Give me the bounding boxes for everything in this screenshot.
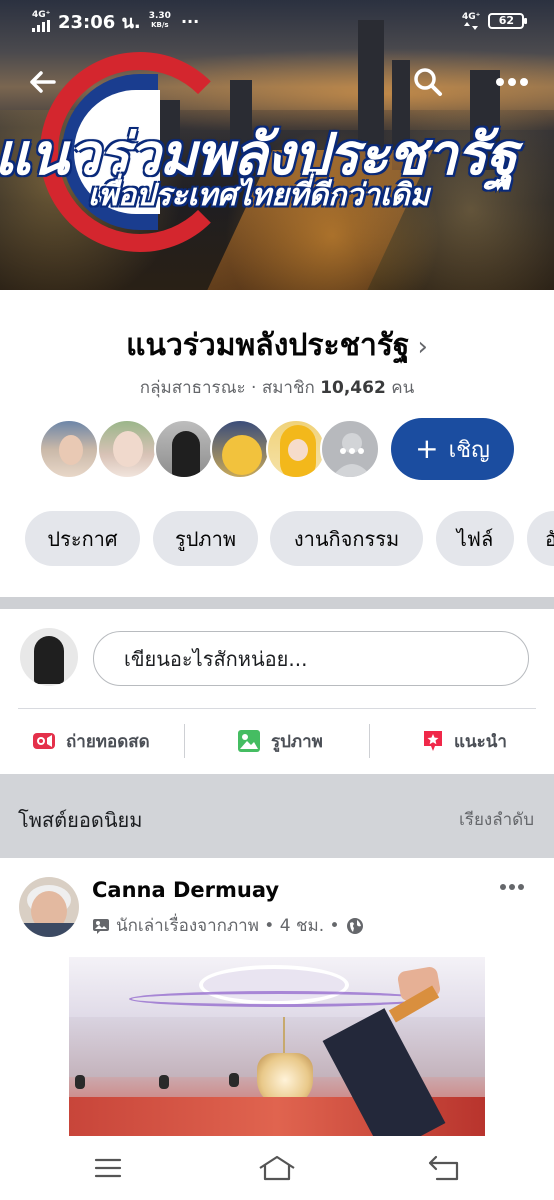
divider-line: [18, 708, 536, 709]
tab-label: ไฟล์: [456, 526, 494, 551]
network-speed-unit: KB/s: [151, 21, 169, 29]
user-avatar[interactable]: [20, 628, 78, 686]
arrow-left-icon: [30, 71, 56, 93]
status-bar-left: 4G⁺ 23:06 น. 3.30 KB/s ···: [32, 8, 199, 34]
section-divider: [0, 597, 554, 609]
group-cover-photo[interactable]: แนวร่วมพลังประชารัฐ เพื่อประเทศไทยที่ดีก…: [0, 0, 554, 290]
member-avatar[interactable]: [154, 419, 214, 479]
home-icon: [259, 1155, 295, 1181]
action-separator: [369, 724, 370, 758]
recommend-icon: [424, 731, 442, 751]
tab-label: รูปภาพ: [174, 526, 237, 551]
live-video-button[interactable]: ถ่ายทอดสด: [32, 723, 150, 759]
composer-input[interactable]: เขียนอะไรสักหน่อย...: [93, 631, 529, 686]
action-label: ถ่ายทอดสด: [66, 731, 150, 752]
photo-icon: [238, 730, 260, 752]
more-options-button[interactable]: [490, 60, 534, 104]
signal-icon: [32, 19, 50, 32]
post-meta-text: นักเล่าเรื่องจากภาพ • 4 ชม. •: [116, 916, 340, 936]
live-video-icon: [33, 733, 55, 749]
system-back-button[interactable]: [424, 1150, 464, 1186]
search-icon: [414, 68, 442, 96]
action-separator: [184, 724, 185, 758]
invite-label: เชิญ: [448, 437, 490, 463]
invite-button[interactable]: + เชิญ: [391, 418, 514, 480]
back-button[interactable]: [20, 60, 64, 104]
back-icon: [428, 1155, 459, 1181]
post-photo[interactable]: [69, 957, 485, 1137]
post-author-name[interactable]: Canna Dermuay: [92, 878, 279, 902]
network-speed-value: 3.30: [148, 11, 171, 21]
network-type-right: 4G⁺: [462, 11, 481, 22]
member-avatar[interactable]: [97, 419, 157, 479]
member-avatar[interactable]: [210, 419, 270, 479]
member-avatar[interactable]: [39, 419, 99, 479]
more-dots-icon: [500, 884, 524, 890]
photo-button[interactable]: รูปภาพ: [237, 723, 323, 759]
plus-icon: +: [415, 432, 439, 465]
tab-label: ประกาศ: [47, 526, 118, 551]
recommend-button[interactable]: แนะนำ: [422, 723, 507, 759]
more-members-avatar[interactable]: [320, 419, 380, 479]
battery-icon: 62: [488, 13, 528, 29]
cover-subtitle-text: เพื่อประเทศไทยที่ดีกว่าเดิม: [88, 178, 430, 213]
group-title[interactable]: แนวร่วมพลังประชารัฐ ›: [0, 322, 554, 369]
action-label: รูปภาพ: [271, 731, 323, 752]
more-dots-icon: [332, 433, 372, 477]
post-options-button[interactable]: [492, 872, 532, 902]
tab-more[interactable]: อั: [527, 511, 554, 566]
group-meta: กลุ่มสาธารณะ · สมาชิก 10,462 คน: [139, 378, 415, 398]
system-menu-button[interactable]: [88, 1150, 128, 1186]
tab-photos[interactable]: รูปภาพ: [153, 511, 258, 566]
tab-events[interactable]: งานกิจกรรม: [270, 511, 423, 566]
composer-placeholder: เขียนอะไรสักหน่อย...: [124, 646, 308, 671]
post-meta: นักเล่าเรื่องจากภาพ • 4 ชม. •: [92, 912, 364, 939]
group-privacy: กลุ่มสาธารณะ: [139, 378, 246, 398]
members-prefix: สมาชิก: [261, 378, 315, 398]
tab-files[interactable]: ไฟล์: [436, 511, 514, 566]
menu-icon: [94, 1158, 122, 1178]
system-home-button[interactable]: [257, 1150, 297, 1186]
members-count: 10,462: [320, 378, 386, 398]
data-activity-icon: [464, 21, 479, 30]
tab-announcements[interactable]: ประกาศ: [25, 511, 140, 566]
popular-posts-title: โพสต์ยอดนิยม: [18, 808, 143, 832]
tab-label: อั: [545, 526, 554, 551]
status-more-icon: ···: [180, 11, 200, 31]
members-suffix: คน: [391, 378, 415, 398]
popular-posts-bar: โพสต์ยอดนิยม เรียงลำดับ: [0, 774, 554, 858]
post-author-avatar[interactable]: [19, 877, 79, 937]
globe-icon: [346, 917, 363, 934]
visual-storyteller-icon: [93, 918, 109, 934]
status-bar-right: 4G⁺ 62: [462, 8, 528, 34]
tab-label: งานกิจกรรม: [293, 526, 400, 551]
network-type-left: 4G⁺: [32, 9, 51, 20]
sort-button[interactable]: เรียงลำดับ: [459, 806, 534, 833]
status-time: 23:06 น.: [58, 11, 141, 33]
group-name-text: แนวร่วมพลังประชารัฐ: [126, 328, 410, 363]
more-dots-icon: [496, 78, 528, 86]
action-label: แนะนำ: [454, 731, 507, 752]
search-button[interactable]: [406, 60, 450, 104]
chevron-right-icon: ›: [417, 332, 428, 362]
member-avatar[interactable]: [266, 419, 326, 479]
